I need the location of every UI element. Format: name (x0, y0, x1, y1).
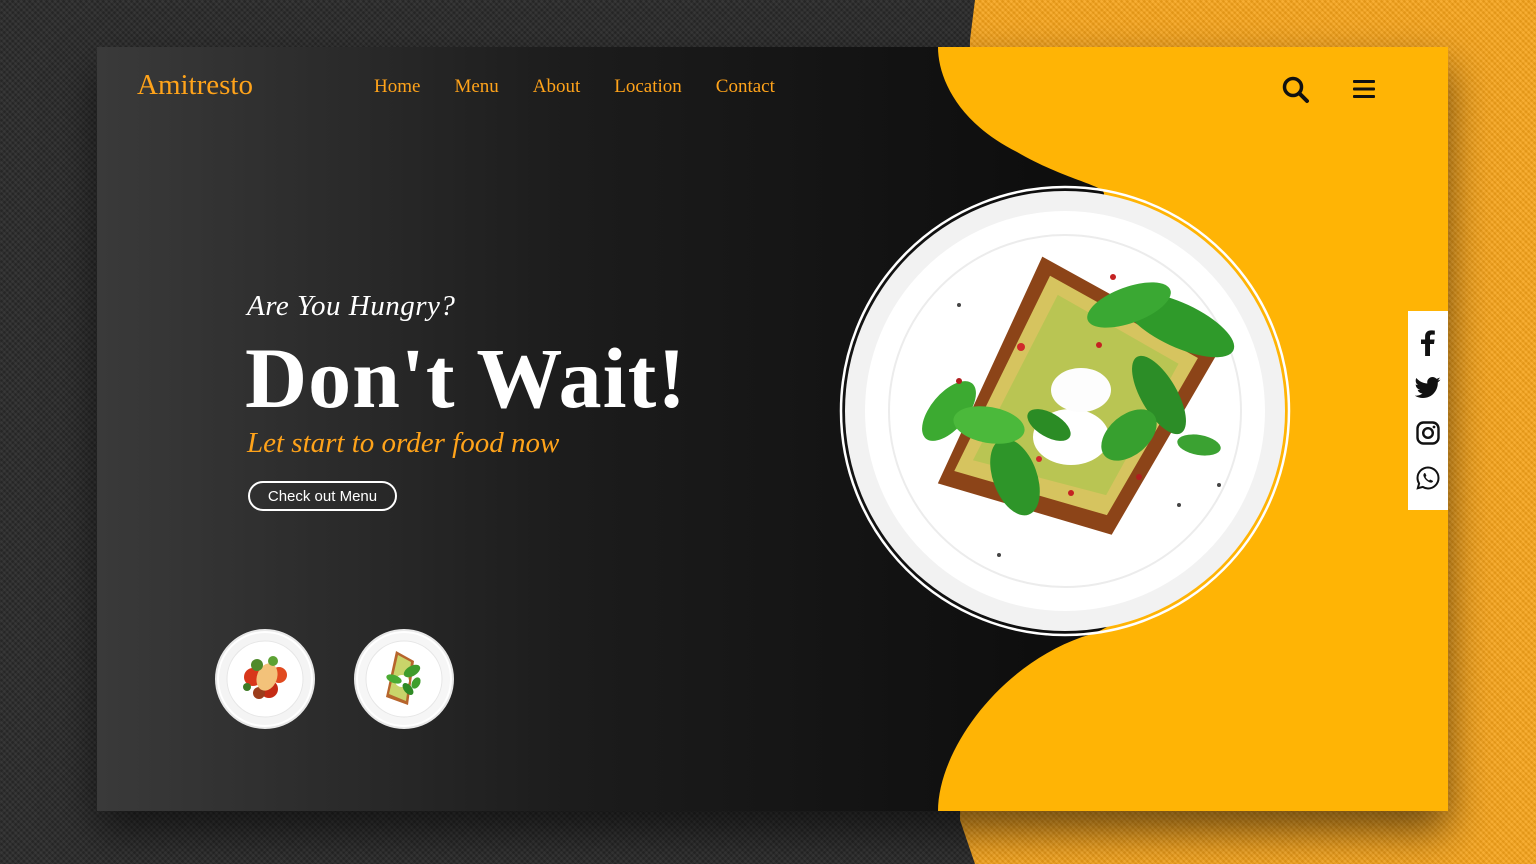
landing-card: Amitresto Home Menu About Location Conta… (97, 47, 1448, 811)
featured-dish-image (839, 185, 1291, 637)
hamburger-menu-button[interactable] (1352, 77, 1376, 101)
whatsapp-link[interactable] (1415, 465, 1441, 491)
search-button[interactable] (1281, 75, 1311, 105)
hero-headline: Don't Wait! (245, 330, 687, 426)
hero-tagline: Are You Hungry? (247, 290, 456, 322)
nav-link-location[interactable]: Location (614, 76, 682, 98)
twitter-link[interactable] (1415, 375, 1441, 401)
hamburger-menu-icon (1353, 80, 1375, 98)
brand-logo[interactable]: Amitresto (137, 69, 253, 102)
twitter-icon (1415, 377, 1441, 398)
salad-plate-image (219, 633, 311, 725)
check-out-menu-button[interactable]: Check out Menu (248, 481, 397, 511)
instagram-icon (1416, 421, 1440, 445)
nav-link-contact[interactable]: Contact (716, 76, 775, 98)
nav-link-menu[interactable]: Menu (454, 76, 498, 98)
search-icon (1282, 76, 1309, 103)
dish-thumbnail-2[interactable] (354, 629, 454, 729)
nav-link-home[interactable]: Home (374, 76, 420, 98)
whatsapp-icon (1416, 466, 1440, 490)
toast-plate-image (358, 633, 450, 725)
dish-thumbnail-1[interactable] (215, 629, 315, 729)
facebook-icon (1421, 330, 1435, 356)
main-nav: Home Menu About Location Contact (374, 76, 775, 98)
social-links-bar (1408, 311, 1448, 510)
facebook-link[interactable] (1415, 330, 1441, 356)
hero-subline: Let start to order food now (247, 427, 560, 459)
instagram-link[interactable] (1415, 420, 1441, 446)
avocado-toast-plate-image (839, 185, 1291, 637)
nav-link-about[interactable]: About (533, 76, 581, 98)
